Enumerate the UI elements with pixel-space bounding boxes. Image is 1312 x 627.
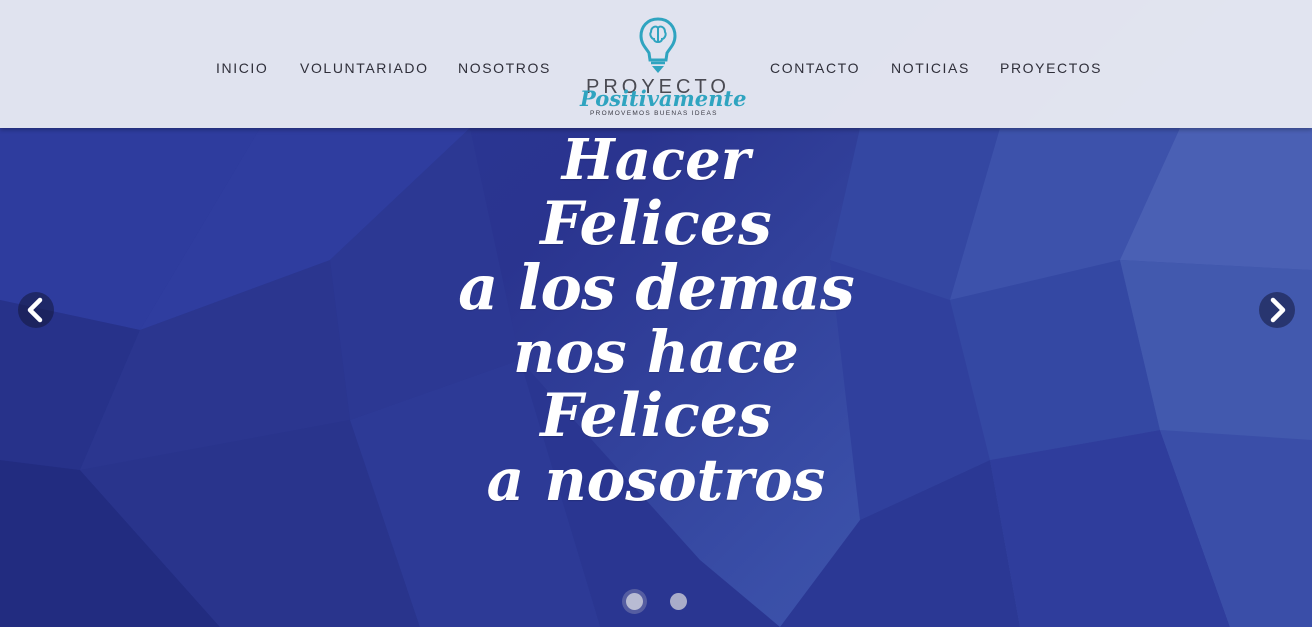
lightbulb-brain-icon: [639, 17, 677, 73]
nav-link-contacto[interactable]: CONTACTO: [770, 60, 860, 76]
page: INICIO VOLUNTARIADO NOSOTROS PROYECTO Po…: [0, 0, 1312, 627]
carousel-dot-2[interactable]: [670, 593, 687, 610]
chevron-left-icon: [27, 297, 43, 323]
slogan-line: nos hace: [513, 318, 799, 386]
nav-link-proyectos[interactable]: PROYECTOS: [1000, 60, 1102, 76]
slogan-line: Felices: [540, 381, 772, 451]
slogan-line: Hacer: [561, 127, 751, 193]
slogan-line: a los demas: [458, 251, 855, 324]
nav-link-nosotros[interactable]: NOSOTROS: [458, 60, 551, 76]
logo-word-positivamente: Positivamente: [580, 86, 747, 111]
carousel-dot-1[interactable]: [626, 593, 643, 610]
slogan-line: Felices: [540, 189, 772, 259]
chevron-right-icon: [1270, 297, 1286, 323]
slogan-line: a nosotros: [486, 446, 826, 514]
site-header: INICIO VOLUNTARIADO NOSOTROS PROYECTO Po…: [0, 0, 1312, 128]
carousel-next-button[interactable]: [1259, 292, 1295, 328]
hero-slogan: Hacer Felices a los demas nos hace Felic…: [356, 128, 956, 512]
nav-link-inicio[interactable]: INICIO: [216, 60, 268, 76]
nav-link-noticias[interactable]: NOTICIAS: [891, 60, 970, 76]
nav-link-voluntariado[interactable]: VOLUNTARIADO: [300, 60, 429, 76]
site-logo[interactable]: PROYECTO Positivamente PROMOVEMOS BUENAS…: [578, 14, 746, 122]
carousel-prev-button[interactable]: [18, 292, 54, 328]
logo-tagline: PROMOVEMOS BUENAS IDEAS: [590, 110, 718, 117]
